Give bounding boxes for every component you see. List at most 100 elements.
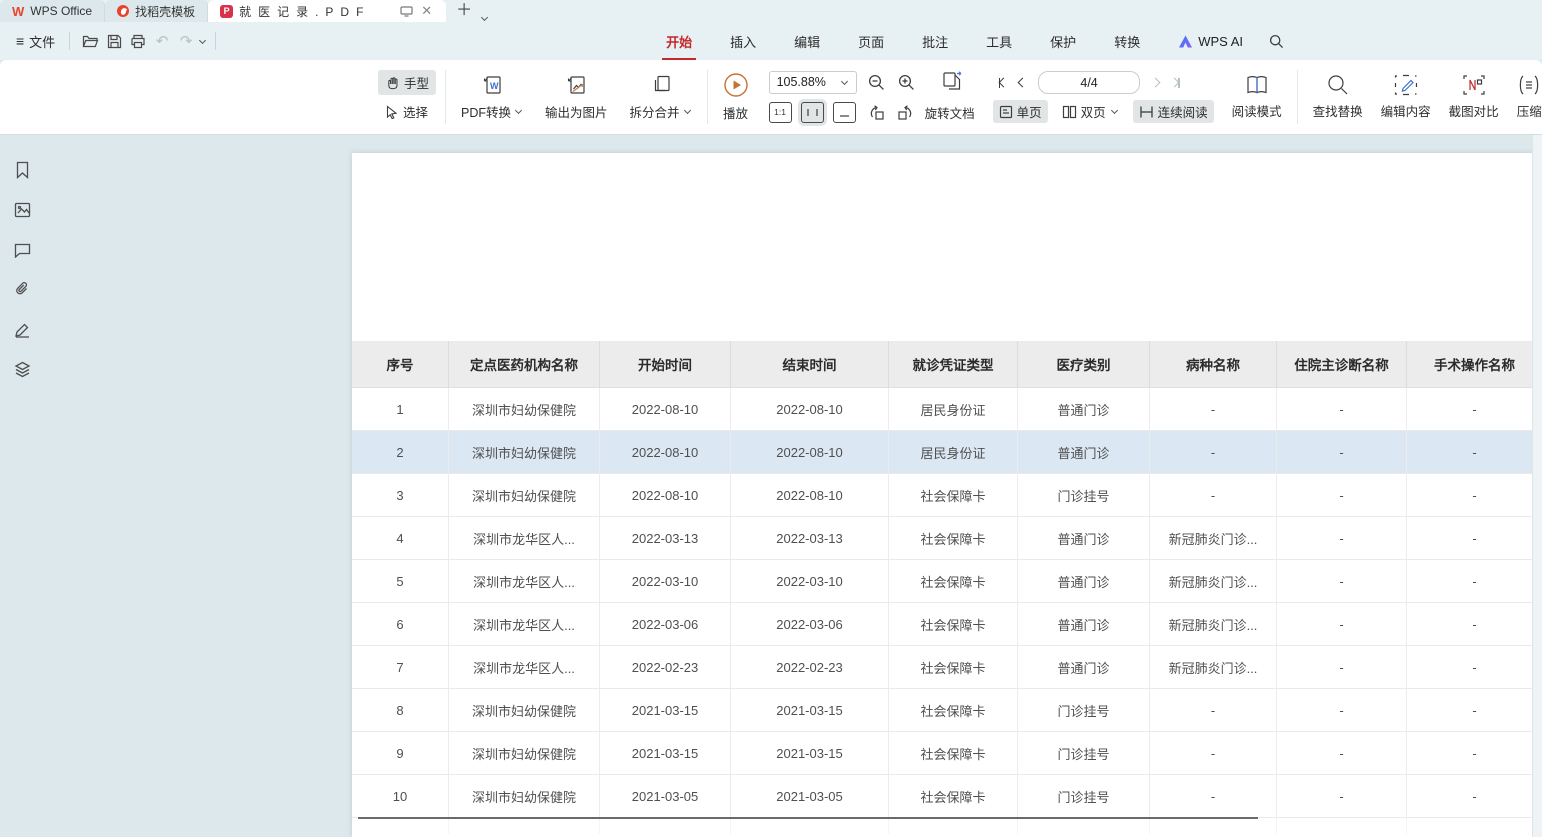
menu-item[interactable]: 转换: [1112, 28, 1142, 55]
signature-icon[interactable]: [12, 319, 33, 340]
find-replace-button[interactable]: 查找替换: [1307, 72, 1369, 122]
undo-icon[interactable]: ↶: [150, 29, 174, 53]
zoom-in-icon[interactable]: [895, 70, 919, 94]
zoom-select[interactable]: 105.88%: [769, 71, 857, 94]
menu-item[interactable]: 保护: [1048, 28, 1078, 55]
column-header: 结束时间: [731, 341, 889, 387]
fit-width-button[interactable]: [801, 102, 824, 123]
continuous-read-button[interactable]: 连续阅读: [1133, 100, 1214, 123]
new-tab-icon[interactable]: ＋: [456, 0, 472, 20]
menu-item[interactable]: 页面: [856, 28, 886, 55]
compress-label: 压缩: [1517, 101, 1542, 120]
quickbar-chevron-icon[interactable]: [199, 36, 206, 43]
play-icon: [723, 72, 749, 98]
hand-tool-button[interactable]: 手型: [378, 70, 436, 95]
menu-search-icon[interactable]: [1269, 34, 1284, 49]
table-cell: 2022-08-10: [600, 388, 731, 430]
tab-title: WPS Office: [30, 4, 92, 18]
table-cell: -: [1407, 603, 1542, 645]
double-page-icon: [1062, 105, 1077, 119]
close-tab-icon[interactable]: ✕: [419, 3, 434, 19]
rotate-doc-label[interactable]: 旋转文档: [925, 103, 975, 122]
open-folder-icon[interactable]: [78, 29, 102, 53]
table-cell: -: [1407, 517, 1542, 559]
table-cell: [731, 818, 889, 834]
bookmark-icon[interactable]: [12, 159, 33, 180]
menu-item[interactable]: 工具: [984, 28, 1014, 55]
comment-icon[interactable]: [12, 239, 33, 260]
table-cell: 深圳市龙华区人...: [449, 646, 600, 688]
replace-pages-icon[interactable]: [941, 70, 965, 94]
first-page-icon[interactable]: [993, 78, 1014, 88]
split-merge-label: 拆分合并: [630, 102, 680, 121]
fit-page-button[interactable]: [833, 102, 856, 123]
table-cell: 深圳市妇幼保健院: [449, 474, 600, 516]
tab-list-chevron-icon[interactable]: [481, 14, 488, 21]
double-page-button[interactable]: 双页: [1056, 100, 1125, 123]
read-mode-button[interactable]: 阅读模式: [1226, 72, 1288, 122]
menu-item[interactable]: 开始: [664, 28, 694, 55]
table-cell: 普通门诊: [1018, 646, 1150, 688]
table-cell: 深圳市龙华区人...: [449, 517, 600, 559]
table-cell: -: [1277, 517, 1407, 559]
chevron-down-icon: [515, 107, 522, 114]
layers-icon[interactable]: [12, 359, 33, 380]
table-cell: 普通门诊: [1018, 560, 1150, 602]
table-cell: -: [1277, 603, 1407, 645]
compress-button[interactable]: 压缩: [1511, 72, 1542, 122]
table-row: 6深圳市龙华区人...2022-03-062022-03-06社会保障卡普通门诊…: [352, 603, 1542, 646]
print-icon[interactable]: [126, 29, 150, 53]
table-cell: -: [1407, 388, 1542, 430]
table-cell: 2022-08-10: [731, 388, 889, 430]
table-cell: 社会保障卡: [889, 560, 1018, 602]
table-row: 2深圳市妇幼保健院2022-08-102022-08-10居民身份证普通门诊--…: [352, 431, 1542, 474]
edit-content-button[interactable]: 编辑内容: [1375, 72, 1437, 122]
page-indicator[interactable]: 4/4: [1038, 71, 1140, 94]
table-bottom-border: [358, 817, 1258, 819]
screenshot-compare-button[interactable]: 截图对比: [1443, 72, 1505, 122]
tab-document-pdf[interactable]: P 就医记录.PDF ✕: [208, 0, 446, 22]
save-icon[interactable]: [102, 29, 126, 53]
file-menu-button[interactable]: ≡ 文件: [10, 32, 61, 51]
next-page-icon[interactable]: [1146, 79, 1165, 86]
play-button[interactable]: 播放: [717, 70, 755, 124]
zoom-out-icon[interactable]: [865, 70, 889, 94]
redo-icon[interactable]: ↷: [174, 29, 198, 53]
tab-wps-office[interactable]: W WPS Office: [0, 0, 105, 22]
rotate-right-icon[interactable]: [893, 100, 917, 124]
single-page-button[interactable]: 单页: [993, 100, 1048, 123]
table-cell: [352, 818, 449, 834]
table-cell: -: [1277, 646, 1407, 688]
table-cell: -: [1150, 474, 1277, 516]
table-cell: -: [1407, 646, 1542, 688]
table-cell: 2022-02-23: [731, 646, 889, 688]
present-screen-icon[interactable]: [400, 6, 413, 17]
menu-bar: ≡ 文件 ↶ ↷ 开始 插入 编辑 页面 批注 工具 保护 转换 WPS AI: [0, 22, 1542, 60]
table-cell: 2022-03-06: [600, 603, 731, 645]
table-cell: 10: [352, 775, 449, 817]
actual-size-button[interactable]: 1:1: [769, 102, 792, 123]
thumbnails-icon[interactable]: [12, 199, 33, 220]
table-cell: [889, 818, 1018, 834]
wps-ai-button[interactable]: WPS AI: [1178, 34, 1243, 49]
tab-docer-templates[interactable]: 找稻壳模板: [105, 0, 208, 22]
select-tool-button[interactable]: 选择: [378, 99, 436, 124]
pdf-convert-button[interactable]: W PDF转换: [455, 71, 529, 123]
play-label: 播放: [723, 103, 748, 122]
menu-item[interactable]: 插入: [728, 28, 758, 55]
split-merge-button[interactable]: 拆分合并: [624, 71, 698, 123]
rotate-left-icon[interactable]: [865, 100, 889, 124]
export-image-button[interactable]: 输出为图片: [539, 71, 614, 123]
table-cell: -: [1277, 474, 1407, 516]
menu-item[interactable]: 批注: [920, 28, 950, 55]
file-menu-label: 文件: [29, 32, 55, 51]
menu-item[interactable]: 编辑: [792, 28, 822, 55]
prev-page-icon[interactable]: [1013, 79, 1032, 86]
table-cell: -: [1277, 431, 1407, 473]
table-cell: 居民身份证: [889, 388, 1018, 430]
table-cell: 2022-03-13: [600, 517, 731, 559]
table-cell: 2022-02-23: [600, 646, 731, 688]
vertical-scrollbar[interactable]: [1532, 135, 1542, 837]
attachment-icon[interactable]: [12, 279, 33, 300]
last-page-icon[interactable]: [1165, 78, 1186, 88]
